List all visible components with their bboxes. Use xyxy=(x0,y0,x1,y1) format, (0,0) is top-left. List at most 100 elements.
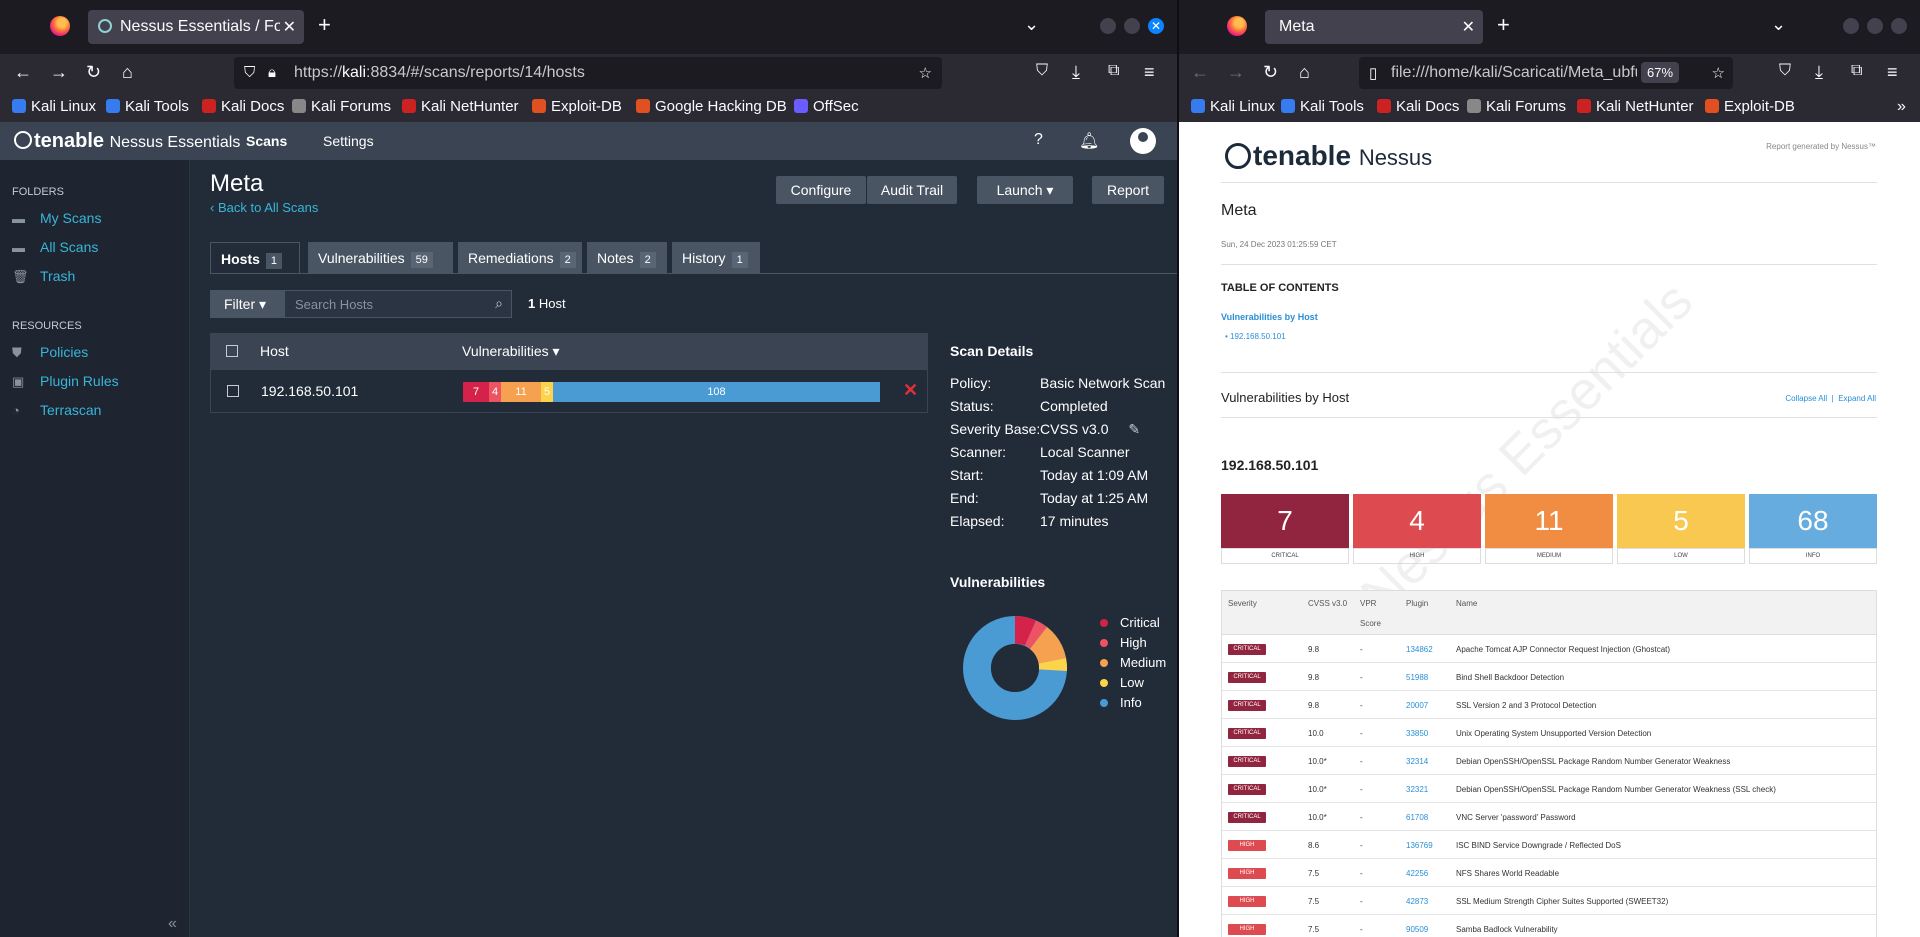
minimize-button[interactable] xyxy=(1843,18,1859,34)
tab-remediations[interactable]: Remediations 2 xyxy=(458,242,582,274)
plugin-id-link[interactable]: 61708 xyxy=(1406,813,1428,822)
vulnerability-name[interactable]: SSL Medium Strength Cipher Suites Suppor… xyxy=(1456,897,1668,906)
new-tab-icon[interactable]: + xyxy=(318,12,331,38)
bookmark-item[interactable]: Kali NetHunter xyxy=(402,98,519,115)
table-row[interactable]: HIGH 7.5 - 90509 Samba Badlock Vulnerability xyxy=(1222,915,1876,937)
bookmark-item[interactable]: OffSec xyxy=(794,98,859,115)
pocket-icon[interactable]: ⛉ xyxy=(1779,62,1791,80)
table-row[interactable]: 192.168.50.101 7 4 11 5 108 ✕ xyxy=(210,369,928,413)
search-icon[interactable]: ⌕ xyxy=(495,295,503,312)
bookmark-star-icon[interactable]: ☆ xyxy=(1712,64,1725,82)
vulnerability-name[interactable]: Unix Operating System Unsupported Versio… xyxy=(1456,729,1651,738)
new-tab-icon[interactable]: + xyxy=(1497,12,1510,38)
bookmark-item[interactable]: Kali Linux xyxy=(12,98,96,115)
maximize-button[interactable] xyxy=(1867,18,1883,34)
bookmark-item[interactable]: Kali Tools xyxy=(106,98,189,115)
bookmark-item[interactable]: Kali NetHunter xyxy=(1577,98,1694,115)
table-row[interactable]: CRITICAL 10.0 - 33850 Unix Operating System … xyxy=(1222,719,1876,747)
bookmark-item[interactable]: Kali Docs xyxy=(1377,98,1459,115)
tab-vulnerabilities[interactable]: Vulnerabilities 59 xyxy=(308,242,453,274)
maximize-button[interactable] xyxy=(1124,18,1140,34)
vulnerability-name[interactable]: Bind Shell Backdoor Detection xyxy=(1456,673,1564,682)
bookmark-item[interactable]: Kali Tools xyxy=(1281,98,1364,115)
sidebar-item-all-scans[interactable]: ▬ All Scans xyxy=(12,239,98,255)
vulnerability-bar[interactable]: 7 4 11 5 108 xyxy=(463,382,880,402)
configure-button[interactable]: Configure xyxy=(776,176,866,204)
sidebar-item-policies[interactable]: ⛊ Policies xyxy=(12,344,88,361)
bookmark-item[interactable]: Exploit-DB xyxy=(532,98,622,115)
user-avatar[interactable] xyxy=(1130,128,1156,154)
expand-all-link[interactable]: Expand All xyxy=(1838,394,1876,403)
plugin-id-link[interactable]: 42256 xyxy=(1406,869,1428,878)
plugin-id-link[interactable]: 32314 xyxy=(1406,757,1428,766)
bookmark-item[interactable]: Kali Forums xyxy=(292,98,391,115)
table-row[interactable]: HIGH 7.5 - 42256 NFS Shares World Readable xyxy=(1222,859,1876,887)
edit-pencil-icon[interactable]: ✎ xyxy=(1128,421,1140,437)
close-tab-icon[interactable]: ✕ xyxy=(283,17,296,37)
vulnerability-donut-chart[interactable] xyxy=(955,608,1075,728)
download-icon[interactable]: ⤓ xyxy=(1072,62,1080,83)
report-button[interactable]: Report xyxy=(1092,176,1164,204)
plugin-id-link[interactable]: 51988 xyxy=(1406,673,1428,682)
table-row[interactable]: CRITICAL 9.8 - 20007 SSL Version 2 and 3 Pro… xyxy=(1222,691,1876,719)
table-row[interactable]: HIGH 8.6 - 136769 ISC BIND Service Downgrade… xyxy=(1222,831,1876,859)
audit-trail-button[interactable]: Audit Trail xyxy=(867,176,957,204)
plugin-id-link[interactable]: 42873 xyxy=(1406,897,1428,906)
nav-settings[interactable]: Settings xyxy=(323,133,374,149)
firefox-icon[interactable] xyxy=(1227,16,1247,36)
bookmark-item[interactable]: Kali Forums xyxy=(1467,98,1566,115)
table-row[interactable]: CRITICAL 10.0* - 32321 Debian OpenSSH/OpenSS… xyxy=(1222,775,1876,803)
menu-icon[interactable]: ≡ xyxy=(1144,62,1155,83)
vulnerability-name[interactable]: ISC BIND Service Downgrade / Reflected D… xyxy=(1456,841,1621,850)
plugin-id-link[interactable]: 90509 xyxy=(1406,925,1428,934)
filter-button[interactable]: Filter ▾ xyxy=(210,290,284,318)
col-host[interactable]: Host xyxy=(260,343,289,359)
legend-low[interactable]: Low xyxy=(1100,675,1166,695)
table-row[interactable]: CRITICAL 10.0* - 61708 VNC Server 'password'… xyxy=(1222,803,1876,831)
tab-meta-report[interactable]: Meta ✕ xyxy=(1265,10,1483,44)
collapse-sidebar-icon[interactable]: « xyxy=(168,915,177,933)
select-all-checkbox[interactable] xyxy=(226,345,238,357)
back-arrow-icon[interactable]: ← xyxy=(14,62,32,83)
vulnerability-name[interactable]: VNC Server 'password' Password xyxy=(1456,813,1576,822)
home-icon[interactable]: ⌂ xyxy=(122,62,133,83)
extensions-icon[interactable]: ⧉ xyxy=(1108,62,1119,80)
bookmark-item[interactable]: Kali Docs xyxy=(202,98,284,115)
url-bar[interactable]: ⛉ 🔒︎ https://kali:8834/#/scans/reports/1… xyxy=(234,57,942,89)
plugin-id-link[interactable]: 32321 xyxy=(1406,785,1428,794)
forward-arrow-icon[interactable]: → xyxy=(50,62,68,83)
vulnerability-name[interactable]: Samba Badlock Vulnerability xyxy=(1456,925,1558,934)
lock-icon[interactable]: 🔒︎ xyxy=(268,64,276,81)
firefox-icon[interactable] xyxy=(50,16,70,36)
bell-icon[interactable]: 🔔︎ xyxy=(1079,131,1099,151)
url-bar[interactable]: ▯ file:///home/kali/Scaricati/Meta_ubfu7… xyxy=(1359,57,1733,89)
table-row[interactable]: CRITICAL 10.0* - 32314 Debian OpenSSH/OpenSS… xyxy=(1222,747,1876,775)
col-vulnerabilities[interactable]: Vulnerabilities ▾ xyxy=(462,343,560,360)
delete-host-icon[interactable]: ✕ xyxy=(903,380,918,401)
nav-scans[interactable]: Scans xyxy=(246,133,287,149)
table-row[interactable]: HIGH 7.5 - 42873 SSL Medium Strength Cipher … xyxy=(1222,887,1876,915)
search-hosts-input[interactable]: Search Hosts ⌕ xyxy=(284,290,512,318)
vulnerability-name[interactable]: SSL Version 2 and 3 Protocol Detection xyxy=(1456,701,1596,710)
toc-link[interactable]: Vulnerabilities by Host xyxy=(1221,312,1318,322)
pocket-icon[interactable]: ⛉ xyxy=(1036,62,1048,80)
table-row[interactable]: CRITICAL 9.8 - 134862 Apache Tomcat AJP Conn… xyxy=(1222,635,1876,663)
tab-hosts[interactable]: Hosts 1 xyxy=(210,242,300,274)
legend-critical[interactable]: Critical xyxy=(1100,615,1166,635)
vulnerability-name[interactable]: NFS Shares World Readable xyxy=(1456,869,1559,878)
back-arrow-icon[interactable]: ← xyxy=(1191,62,1209,83)
tab-history[interactable]: History 1 xyxy=(672,242,760,274)
toc-host-link[interactable]: • 192.168.50.101 xyxy=(1225,332,1286,341)
plugin-id-link[interactable]: 136769 xyxy=(1406,841,1433,850)
list-tabs-chevron-icon[interactable]: ⌄ xyxy=(1024,14,1039,35)
bookmark-star-icon[interactable]: ☆ xyxy=(919,64,932,82)
plugin-id-link[interactable]: 20007 xyxy=(1406,701,1428,710)
sidebar-item-plugin-rules[interactable]: ▣ Plugin Rules xyxy=(12,373,119,390)
back-to-all-scans-link[interactable]: ‹ Back to All Scans xyxy=(210,200,318,215)
sidebar-item-my-scans[interactable]: ▬ My Scans xyxy=(12,210,101,226)
close-tab-icon[interactable]: ✕ xyxy=(1462,17,1475,37)
zoom-level[interactable]: 67% xyxy=(1641,62,1680,83)
sidebar-item-terrascan[interactable]: ◔ Terrascan xyxy=(12,402,101,418)
collapse-all-link[interactable]: Collapse All xyxy=(1785,394,1827,403)
table-row[interactable]: CRITICAL 9.8 - 51988 Bind Shell Backdoor Det… xyxy=(1222,663,1876,691)
